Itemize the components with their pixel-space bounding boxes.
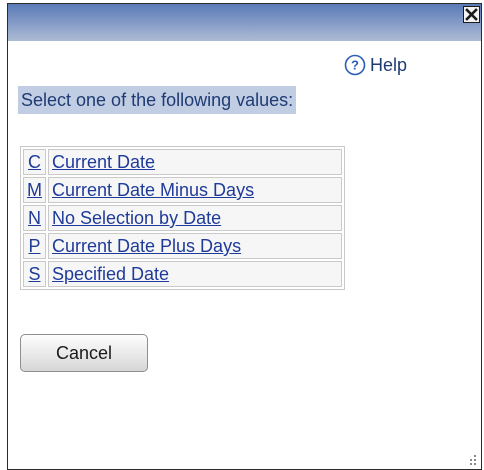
value-description-link-no-selection-by-date[interactable]: No Selection by Date <box>52 208 221 228</box>
table-row: M Current Date Minus Days <box>23 177 342 203</box>
value-code-cell: C <box>23 149 46 175</box>
lookup-dialog: ? Help Select one of the following value… <box>7 3 482 470</box>
value-code-link-p[interactable]: P <box>28 236 40 256</box>
value-code-cell: N <box>23 205 46 231</box>
prompt-text: Select one of the following values: <box>18 86 297 114</box>
value-description-cell: No Selection by Date <box>48 205 342 231</box>
close-button[interactable] <box>463 6 480 23</box>
value-description-link-specified-date[interactable]: Specified Date <box>52 264 169 284</box>
value-code-link-n[interactable]: N <box>28 208 41 228</box>
value-description-link-current-date-plus-days[interactable]: Current Date Plus Days <box>52 236 241 256</box>
value-description-link-current-date[interactable]: Current Date <box>52 152 155 172</box>
help-link[interactable]: ? Help <box>344 53 407 77</box>
cancel-button[interactable]: Cancel <box>20 334 148 372</box>
value-code-cell: M <box>23 177 46 203</box>
help-icon-glyph: ? <box>351 58 359 73</box>
table-row: N No Selection by Date <box>23 205 342 231</box>
table-row: S Specified Date <box>23 261 342 287</box>
value-code-cell: P <box>23 233 46 259</box>
value-description-link-current-date-minus-days[interactable]: Current Date Minus Days <box>52 180 254 200</box>
dialog-titlebar[interactable] <box>8 4 481 41</box>
value-description-cell: Current Date Minus Days <box>48 177 342 203</box>
close-icon <box>465 8 478 21</box>
value-code-cell: S <box>23 261 46 287</box>
resize-grip-icon[interactable] <box>467 455 477 465</box>
values-table: C Current Date M Current Date Minus Days… <box>20 146 345 290</box>
value-description-cell: Current Date <box>48 149 342 175</box>
value-description-cell: Specified Date <box>48 261 342 287</box>
table-row: C Current Date <box>23 149 342 175</box>
help-label[interactable]: Help <box>370 53 407 77</box>
value-description-cell: Current Date Plus Days <box>48 233 342 259</box>
value-code-link-s[interactable]: S <box>28 264 40 284</box>
value-code-link-c[interactable]: C <box>28 152 41 172</box>
help-icon: ? <box>344 54 366 76</box>
table-row: P Current Date Plus Days <box>23 233 342 259</box>
value-code-link-m[interactable]: M <box>27 180 42 200</box>
